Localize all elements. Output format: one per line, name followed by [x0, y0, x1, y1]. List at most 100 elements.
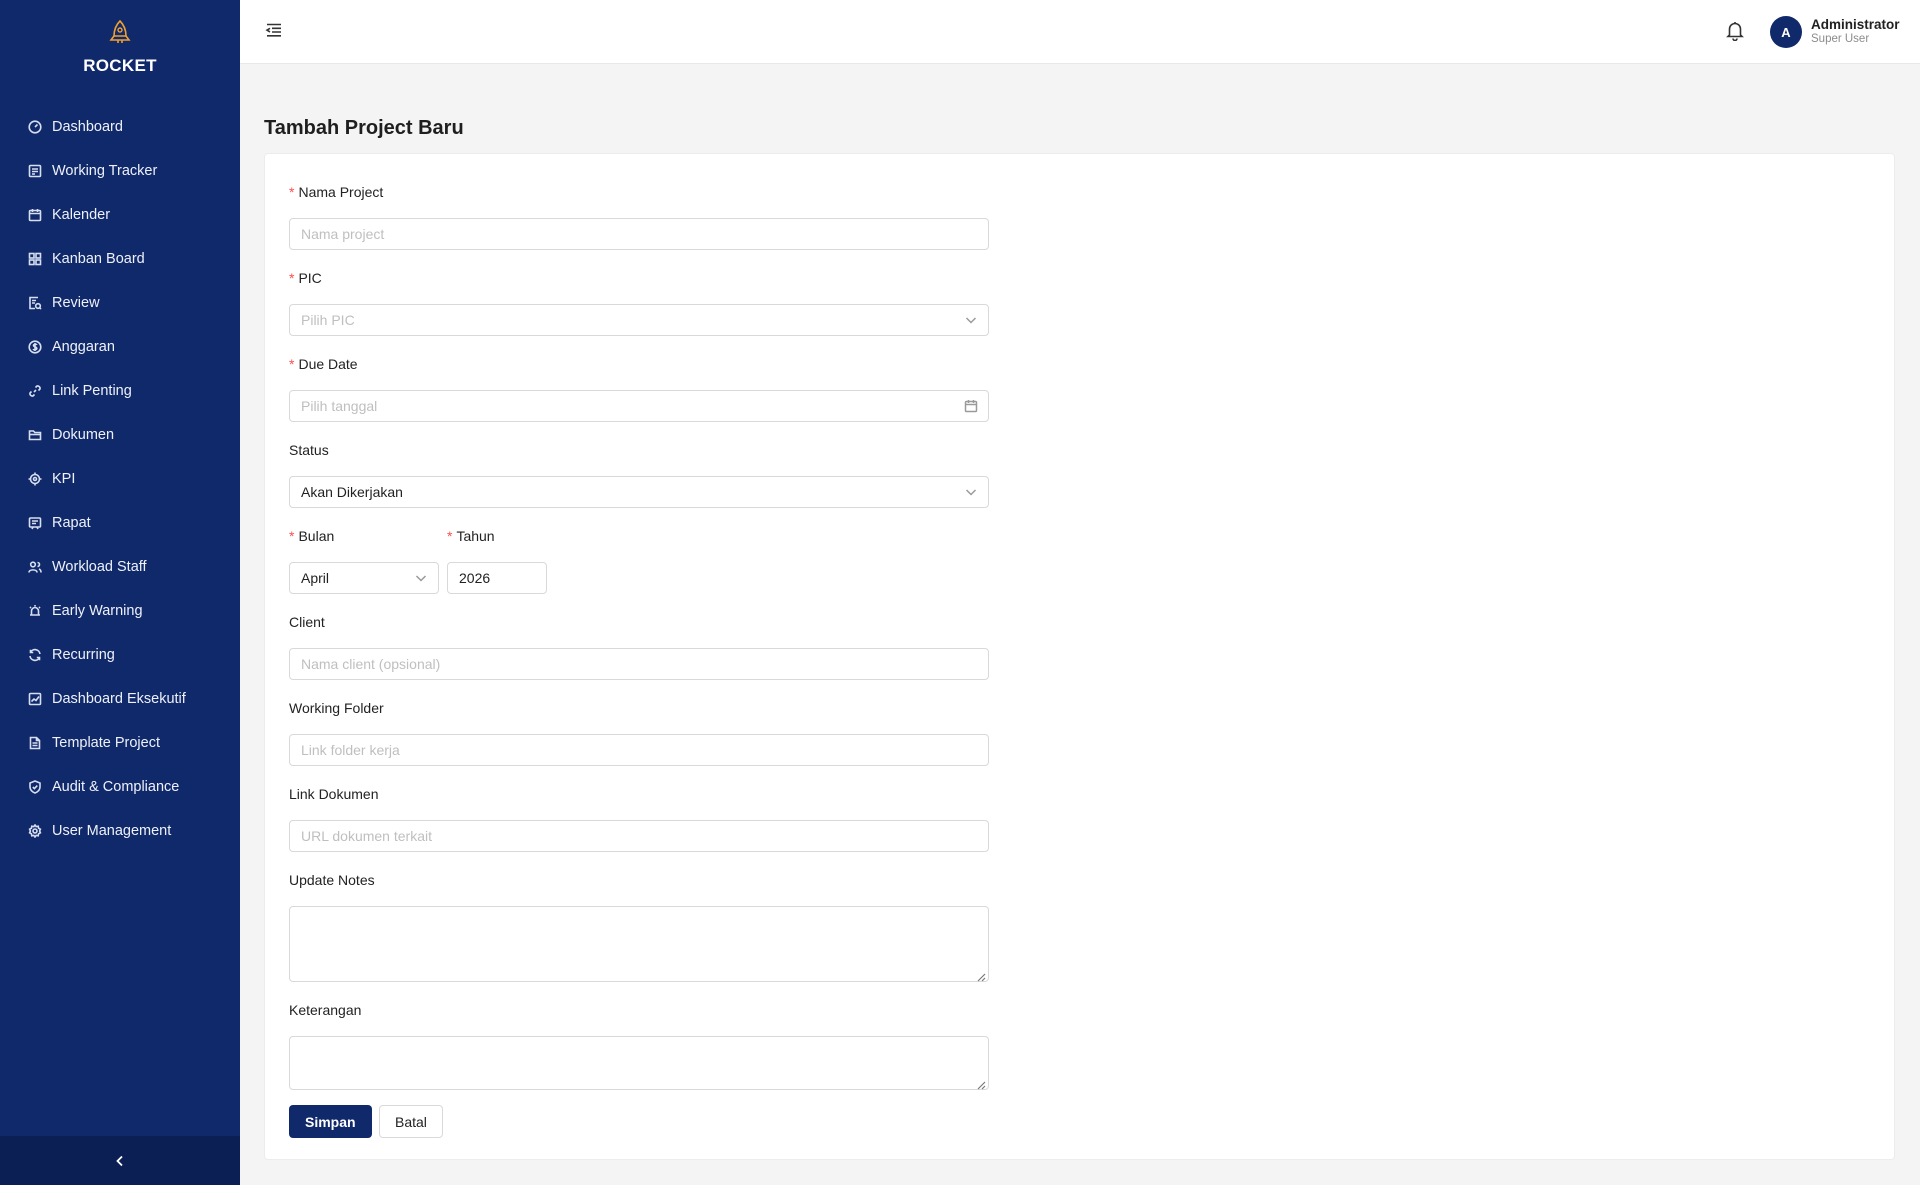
field-label: Keterangan [289, 1002, 362, 1018]
field-label: * Tahun [447, 526, 495, 546]
kanban-icon [28, 252, 42, 266]
notification-button[interactable] [1724, 19, 1746, 42]
sidebar-item-dashboard[interactable]: Dashboard [0, 105, 240, 149]
sidebar-item-label: Dokumen [52, 427, 115, 443]
user-menu[interactable]: A Administrator Super User [1770, 16, 1900, 48]
field-bulan: * Bulan April [289, 526, 439, 594]
pic-select[interactable]: Pilih PIC [289, 304, 989, 336]
label-text: PIC [298, 270, 322, 286]
sidebar-item-template-project[interactable]: Template Project [0, 721, 240, 765]
user-role: Super User [1811, 33, 1870, 46]
target-icon [28, 472, 42, 486]
working-folder-input[interactable]: Link folder kerja [289, 734, 989, 766]
field-due-date: * Due Date Pilih tanggal [289, 354, 989, 422]
input-placeholder: Nama project [301, 226, 385, 242]
field-label: Link Dokumen [289, 786, 379, 802]
bell-icon [1726, 22, 1744, 42]
calendar-icon [964, 399, 978, 413]
sidebar-item-rapat[interactable]: Rapat [0, 501, 240, 545]
alarm-icon [28, 604, 42, 618]
brand-name: ROCKET [83, 56, 157, 75]
resize-handle-icon[interactable] [976, 969, 986, 982]
user-name: Administrator [1811, 17, 1900, 33]
sidebar-item-link-penting[interactable]: Link Penting [0, 369, 240, 413]
due-date-picker[interactable]: Pilih tanggal [289, 390, 989, 422]
brand[interactable]: ROCKET [0, 0, 240, 98]
sidebar-item-user-management[interactable]: User Management [0, 809, 240, 853]
sidebar-item-label: Audit & Compliance [52, 779, 180, 795]
date-placeholder: Pilih tanggal [301, 398, 378, 414]
chart-icon [28, 692, 42, 706]
bulan-select[interactable]: April [289, 562, 439, 594]
sidebar-item-label: Template Project [52, 735, 160, 751]
user-info: Administrator Super User [1811, 17, 1900, 46]
status-select[interactable]: Akan Dikerjakan [289, 476, 989, 508]
sidebar-item-early-warning[interactable]: Early Warning [0, 589, 240, 633]
field-link-dokumen: Link Dokumen URL dokumen terkait [289, 784, 989, 852]
sidebar-item-kanban-board[interactable]: Kanban Board [0, 237, 240, 281]
required-mark: * [289, 356, 295, 372]
menu-toggle-button[interactable] [264, 20, 284, 40]
sidebar-item-anggaran[interactable]: Anggaran [0, 325, 240, 369]
input-value: 2026 [459, 570, 491, 586]
label-text: Tahun [456, 528, 495, 544]
input-placeholder: URL dokumen terkait [301, 828, 432, 844]
file-icon [28, 736, 42, 750]
required-mark: * [289, 528, 295, 544]
sidebar-item-review[interactable]: Review [0, 281, 240, 325]
resize-handle-icon[interactable] [976, 1077, 986, 1090]
sidebar-item-label: Review [52, 295, 100, 311]
cancel-button[interactable]: Batal [379, 1105, 443, 1138]
sidebar-item-kpi[interactable]: KPI [0, 457, 240, 501]
sidebar-item-kalender[interactable]: Kalender [0, 193, 240, 237]
field-client: Client Nama client (opsional) [289, 612, 989, 680]
chevron-down-icon [964, 313, 978, 327]
field-working-folder: Working Folder Link folder kerja [289, 698, 989, 766]
page-title: Tambah Project Baru [264, 117, 464, 139]
team-icon [28, 560, 42, 574]
sidebar-item-label: Early Warning [52, 603, 143, 619]
field-label: * Nama Project [289, 182, 383, 202]
select-value: Akan Dikerjakan [301, 484, 403, 500]
field-update-notes: Update Notes [289, 870, 989, 982]
sidebar-item-working-tracker[interactable]: Working Tracker [0, 149, 240, 193]
client-input[interactable]: Nama client (opsional) [289, 648, 989, 680]
input-placeholder: Nama client (opsional) [301, 656, 441, 672]
sidebar-item-label: Dashboard Eksekutif [52, 691, 186, 707]
field-label: * PIC [289, 268, 322, 288]
chevron-down-icon [964, 485, 978, 499]
nama-project-input[interactable]: Nama project [289, 218, 989, 250]
sidebar-item-audit-compliance[interactable]: Audit & Compliance [0, 765, 240, 809]
field-nama-project: * Nama Project Nama project [289, 182, 989, 250]
budget-icon [28, 340, 42, 354]
tahun-input[interactable]: 2026 [447, 562, 547, 594]
sync-icon [28, 648, 42, 662]
sidebar-item-label: Kanban Board [52, 251, 145, 267]
sidebar-item-label: Recurring [52, 647, 115, 663]
menu-fold-icon [265, 23, 281, 37]
sidebar-item-dokumen[interactable]: Dokumen [0, 413, 240, 457]
project-form-card: * Nama Project Nama project * PIC Pilih PI… [264, 153, 1895, 1160]
update-notes-textarea[interactable] [289, 906, 989, 982]
sidebar-item-workload-staff[interactable]: Workload Staff [0, 545, 240, 589]
field-label: * Bulan [289, 526, 334, 546]
meeting-icon [28, 516, 42, 530]
review-icon [28, 296, 42, 310]
link-dokumen-input[interactable]: URL dokumen terkait [289, 820, 989, 852]
shield-check-icon [28, 780, 42, 794]
required-mark: * [447, 528, 453, 544]
save-button[interactable]: Simpan [289, 1105, 372, 1138]
field-pic: * PIC Pilih PIC [289, 268, 989, 336]
field-label: Client [289, 614, 325, 630]
field-keterangan: Keterangan [289, 1000, 989, 1090]
field-tahun: * Tahun 2026 [447, 526, 547, 594]
sidebar-collapse-button[interactable] [0, 1136, 240, 1185]
input-placeholder: Link folder kerja [301, 742, 400, 758]
dashboard-icon [28, 120, 42, 134]
sidebar-item-recurring[interactable]: Recurring [0, 633, 240, 677]
sidebar-item-dashboard-eksekutif[interactable]: Dashboard Eksekutif [0, 677, 240, 721]
sidebar-item-label: KPI [52, 471, 76, 487]
sidebar-nav: Dashboard Working Tracker Kalender Kanba… [0, 105, 240, 853]
keterangan-textarea[interactable] [289, 1036, 989, 1090]
rocket-bell-icon [109, 19, 131, 43]
